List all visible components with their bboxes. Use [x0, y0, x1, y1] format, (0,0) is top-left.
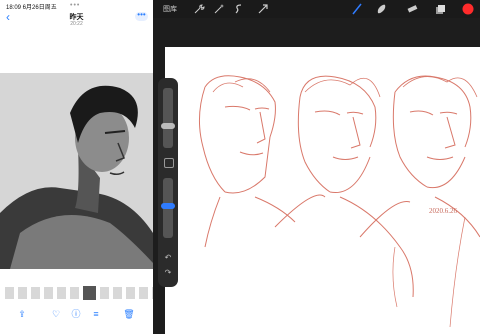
brush-size-knob[interactable]	[161, 123, 175, 129]
transform-icon[interactable]	[257, 3, 269, 15]
thumbnail[interactable]	[138, 286, 149, 300]
gallery-button[interactable]: 图库	[163, 4, 177, 14]
signature: 2020.6.26	[429, 207, 457, 215]
opacity-knob[interactable]	[161, 203, 175, 209]
thumbnail[interactable]	[56, 286, 67, 300]
drawing-canvas[interactable]: 2020.6.26	[165, 47, 480, 334]
reference-photo[interactable]	[0, 73, 153, 269]
more-button[interactable]: •••	[135, 11, 148, 21]
thumbnail[interactable]	[69, 286, 80, 300]
procreate-app: 图库 2020.6.26 ↶ ↷	[153, 0, 480, 334]
thumbnail[interactable]	[17, 286, 28, 300]
sketch-drawing	[199, 75, 480, 328]
thumbnail[interactable]	[30, 286, 41, 300]
trash-icon[interactable]: 🗑	[121, 306, 137, 322]
thumbnail-strip[interactable]	[4, 285, 153, 301]
magic-wand-icon[interactable]	[213, 3, 225, 15]
photos-panel: 18:09 6月26日周五 ••• ‹ 昨天 20:22 ••• ⇪ ♡ ⓘ ≡…	[0, 0, 153, 334]
thumbnail[interactable]	[125, 286, 136, 300]
brush-size-slider[interactable]	[163, 88, 173, 148]
adjust-icon[interactable]: ≡	[88, 306, 104, 322]
thumbnail-selected[interactable]	[82, 285, 97, 301]
selection-icon[interactable]	[233, 3, 245, 15]
thumbnail[interactable]	[43, 286, 54, 300]
eraser-icon[interactable]	[406, 3, 418, 15]
page-subtitle: 20:22	[70, 21, 83, 27]
portrait-image	[0, 73, 153, 269]
modify-button[interactable]	[164, 158, 174, 168]
thumbnail[interactable]	[4, 286, 15, 300]
top-toolbar: 图库	[153, 0, 480, 18]
smudge-icon[interactable]	[375, 3, 387, 15]
side-toolbar: ↶ ↷	[158, 78, 178, 287]
thumbnail[interactable]	[112, 286, 123, 300]
brush-icon[interactable]	[351, 3, 363, 15]
color-swatch[interactable]	[462, 3, 474, 15]
multitask-dots[interactable]: •••	[70, 2, 80, 9]
heart-icon[interactable]: ♡	[48, 306, 64, 322]
undo-icon[interactable]: ↶	[163, 253, 173, 262]
wrench-icon[interactable]	[193, 3, 205, 15]
redo-icon[interactable]: ↷	[163, 268, 173, 277]
share-icon[interactable]: ⇪	[14, 306, 30, 322]
thumbnail[interactable]	[99, 286, 110, 300]
status-time: 18:09 6月26日周五	[6, 5, 57, 11]
info-icon[interactable]: ⓘ	[68, 306, 84, 322]
layers-icon[interactable]	[434, 3, 446, 15]
